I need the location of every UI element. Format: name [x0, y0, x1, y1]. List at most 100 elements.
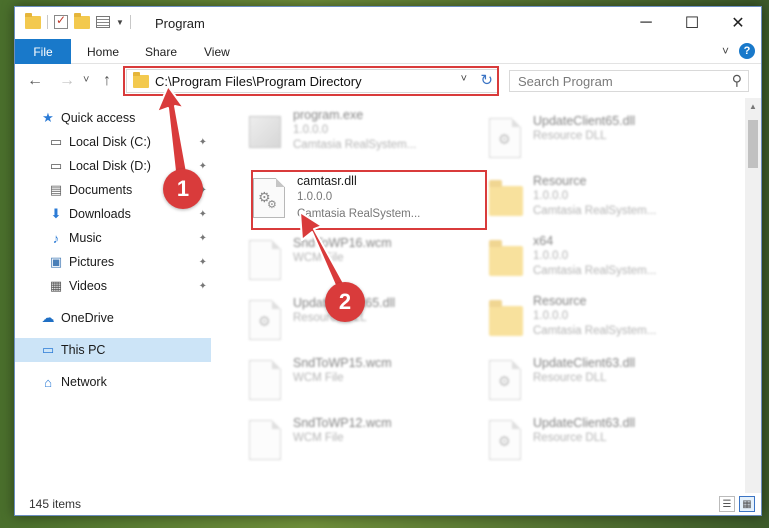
folder-icon [489, 298, 523, 340]
tab-share[interactable]: Share [145, 45, 177, 59]
address-dropdown-icon[interactable]: ˅ [461, 73, 467, 85]
file-tile[interactable]: ⚙ UpdateClient63.dll Resource DLL [481, 354, 721, 410]
tiles-view-icon[interactable]: ▦ [739, 496, 755, 512]
item-count: 145 items [29, 497, 82, 511]
step-1-badge: 1 [163, 169, 203, 209]
navigation-bar: ← → ˅ ↑ C:\Program Files\Program Directo… [15, 64, 761, 98]
sidebar-item-label: Local Disk (D:) [69, 159, 151, 173]
file-tile[interactable]: ⚙ UpdateClient65.dll Resource DLL [481, 112, 721, 168]
status-bar: 145 items ☰ ▦ [15, 493, 761, 515]
sidebar-item-label: Pictures [69, 255, 115, 269]
star-icon: ★ [42, 110, 54, 125]
sidebar-item-label: Network [61, 375, 107, 389]
drive-icon: ▭ [49, 134, 63, 149]
recent-locations-button[interactable]: ˅ [83, 74, 89, 86]
file-version: 1.0.0.0 [293, 124, 329, 136]
file-version: 1.0.0.0 [297, 191, 333, 203]
forward-button[interactable]: → [59, 72, 75, 90]
details-view-icon[interactable]: ☰ [719, 496, 735, 512]
file-name: SndToWP12.wcm [293, 416, 392, 430]
search-field[interactable]: Search Program ⚲ [509, 70, 749, 92]
properties-check-icon[interactable] [54, 13, 68, 29]
file-name: Resource [533, 294, 587, 308]
file-description: Camtasia RealSystem... [533, 325, 657, 337]
search-icon[interactable]: ⚲ [732, 72, 742, 89]
folder-tile[interactable]: Resource 1.0.0.0 Camtasia RealSystem... [481, 292, 721, 348]
file-tile[interactable]: SndToWP16.wcm WCM File [241, 234, 481, 290]
sidebar-item-quick-access[interactable]: ★ Quick access [15, 106, 211, 130]
search-placeholder: Search Program [518, 74, 613, 89]
dll-gear-icon: ⚙ [489, 118, 523, 160]
sidebar-item-network[interactable]: ⌂ Network [15, 370, 211, 394]
file-tile-camtasr-dll[interactable]: ⚙ ⚙ camtasr.dll 1.0.0.0 Camtasia RealSyst… [245, 172, 485, 228]
tab-file[interactable]: File [15, 39, 71, 64]
document-icon [249, 240, 283, 282]
file-name: UpdateClient63.dll [533, 356, 636, 370]
file-name: SndToWP16.wcm [293, 236, 392, 250]
file-name: UpdateClient63.dll [533, 416, 636, 430]
file-explorer-window: ▼ Program ─ ☐ ✕ File Home Share View ˅ ?… [14, 6, 762, 516]
file-tile[interactable]: SndToWP15.wcm WCM File [241, 354, 481, 410]
customize-toolbar-icon[interactable]: ▼ [116, 18, 124, 27]
minimize-button[interactable]: ─ [623, 7, 669, 39]
sidebar-item-pictures[interactable]: ▣ Pictures ✦ [15, 250, 211, 274]
help-icon[interactable]: ? [739, 43, 755, 59]
expand-ribbon-icon[interactable]: ˅ [722, 44, 729, 58]
downloads-icon: ⬇ [50, 206, 62, 221]
view-switcher: ☰ ▦ [719, 496, 755, 512]
documents-icon: ▤ [49, 182, 63, 197]
pictures-icon: ▣ [49, 254, 63, 269]
folder-tile[interactable]: x64 1.0.0.0 Camtasia RealSystem... [481, 232, 721, 288]
computer-icon: ▭ [41, 342, 55, 357]
drive-icon: ▭ [49, 158, 63, 173]
folder-icon [489, 238, 523, 280]
music-icon: ♪ [52, 230, 60, 246]
network-icon: ⌂ [44, 374, 52, 390]
quick-access-toolbar: ▼ [25, 12, 131, 29]
close-button[interactable]: ✕ [715, 7, 761, 39]
file-tile[interactable]: SndToWP12.wcm WCM File [241, 414, 481, 470]
new-folder-icon[interactable] [74, 12, 90, 29]
maximize-button[interactable]: ☐ [669, 7, 715, 39]
file-name: SndToWP15.wcm [293, 356, 392, 370]
scroll-up-icon[interactable]: ▲ [749, 102, 757, 111]
tab-view[interactable]: View [204, 45, 230, 59]
folder-icon [489, 178, 523, 220]
sidebar-item-label: This PC [61, 343, 106, 357]
file-name: program.exe [293, 108, 364, 122]
sidebar-item-onedrive[interactable]: ☁ OneDrive [15, 306, 211, 330]
file-description: Camtasia RealSystem... [293, 139, 417, 151]
refresh-icon[interactable]: ↻ [480, 71, 493, 89]
videos-icon: ▦ [49, 278, 63, 293]
properties-icon[interactable] [96, 16, 110, 28]
window-controls: ─ ☐ ✕ [623, 7, 761, 39]
toolbar-divider [47, 15, 48, 29]
sidebar-item-label: Videos [69, 279, 107, 293]
vertical-scrollbar[interactable]: ▲ [745, 98, 761, 493]
sidebar-item-label: Local Disk (C:) [69, 135, 151, 149]
sidebar-item-label: Quick access [61, 111, 136, 125]
sidebar-item-local-disk-c[interactable]: ▭ Local Disk (C:) ✦ [15, 130, 211, 154]
back-button[interactable]: ← [27, 72, 43, 90]
address-bar[interactable]: C:\Program Files\Program Directory ˅ ↻ [126, 69, 498, 93]
folder-tile[interactable]: Resource 1.0.0.0 Camtasia RealSystem... [481, 172, 721, 228]
window-title: Program [155, 16, 205, 31]
file-tile[interactable]: ⚙ UpdateClient63.dll Resource DLL [481, 414, 721, 470]
sidebar-item-this-pc[interactable]: ▭ This PC [15, 338, 211, 362]
folder-icon [25, 12, 41, 29]
sidebar-item-label: Music [69, 231, 102, 245]
sidebar-item-videos[interactable]: ▦ Videos ✦ [15, 274, 211, 298]
address-path[interactable]: C:\Program Files\Program Directory [155, 74, 362, 89]
up-button[interactable]: ↑ [103, 72, 111, 90]
tab-home[interactable]: Home [87, 45, 119, 59]
dll-gear-icon: ⚙ [249, 300, 283, 342]
navigation-pane: ★ Quick access ▭ Local Disk (C:) ✦ ▭ Loc… [15, 98, 211, 493]
file-type: WCM File [293, 432, 344, 444]
pin-icon: ✦ [198, 136, 207, 148]
dll-gear-icon: ⚙ [489, 420, 523, 462]
ribbon-tabs: File Home Share View ˅ ? [15, 39, 761, 64]
scroll-thumb[interactable] [748, 120, 758, 168]
sidebar-item-music[interactable]: ♪ Music ✦ [15, 226, 211, 250]
file-tile[interactable]: program.exe 1.0.0.0 Camtasia RealSystem.… [241, 106, 481, 162]
dll-gear-icon: ⚙ [489, 360, 523, 402]
